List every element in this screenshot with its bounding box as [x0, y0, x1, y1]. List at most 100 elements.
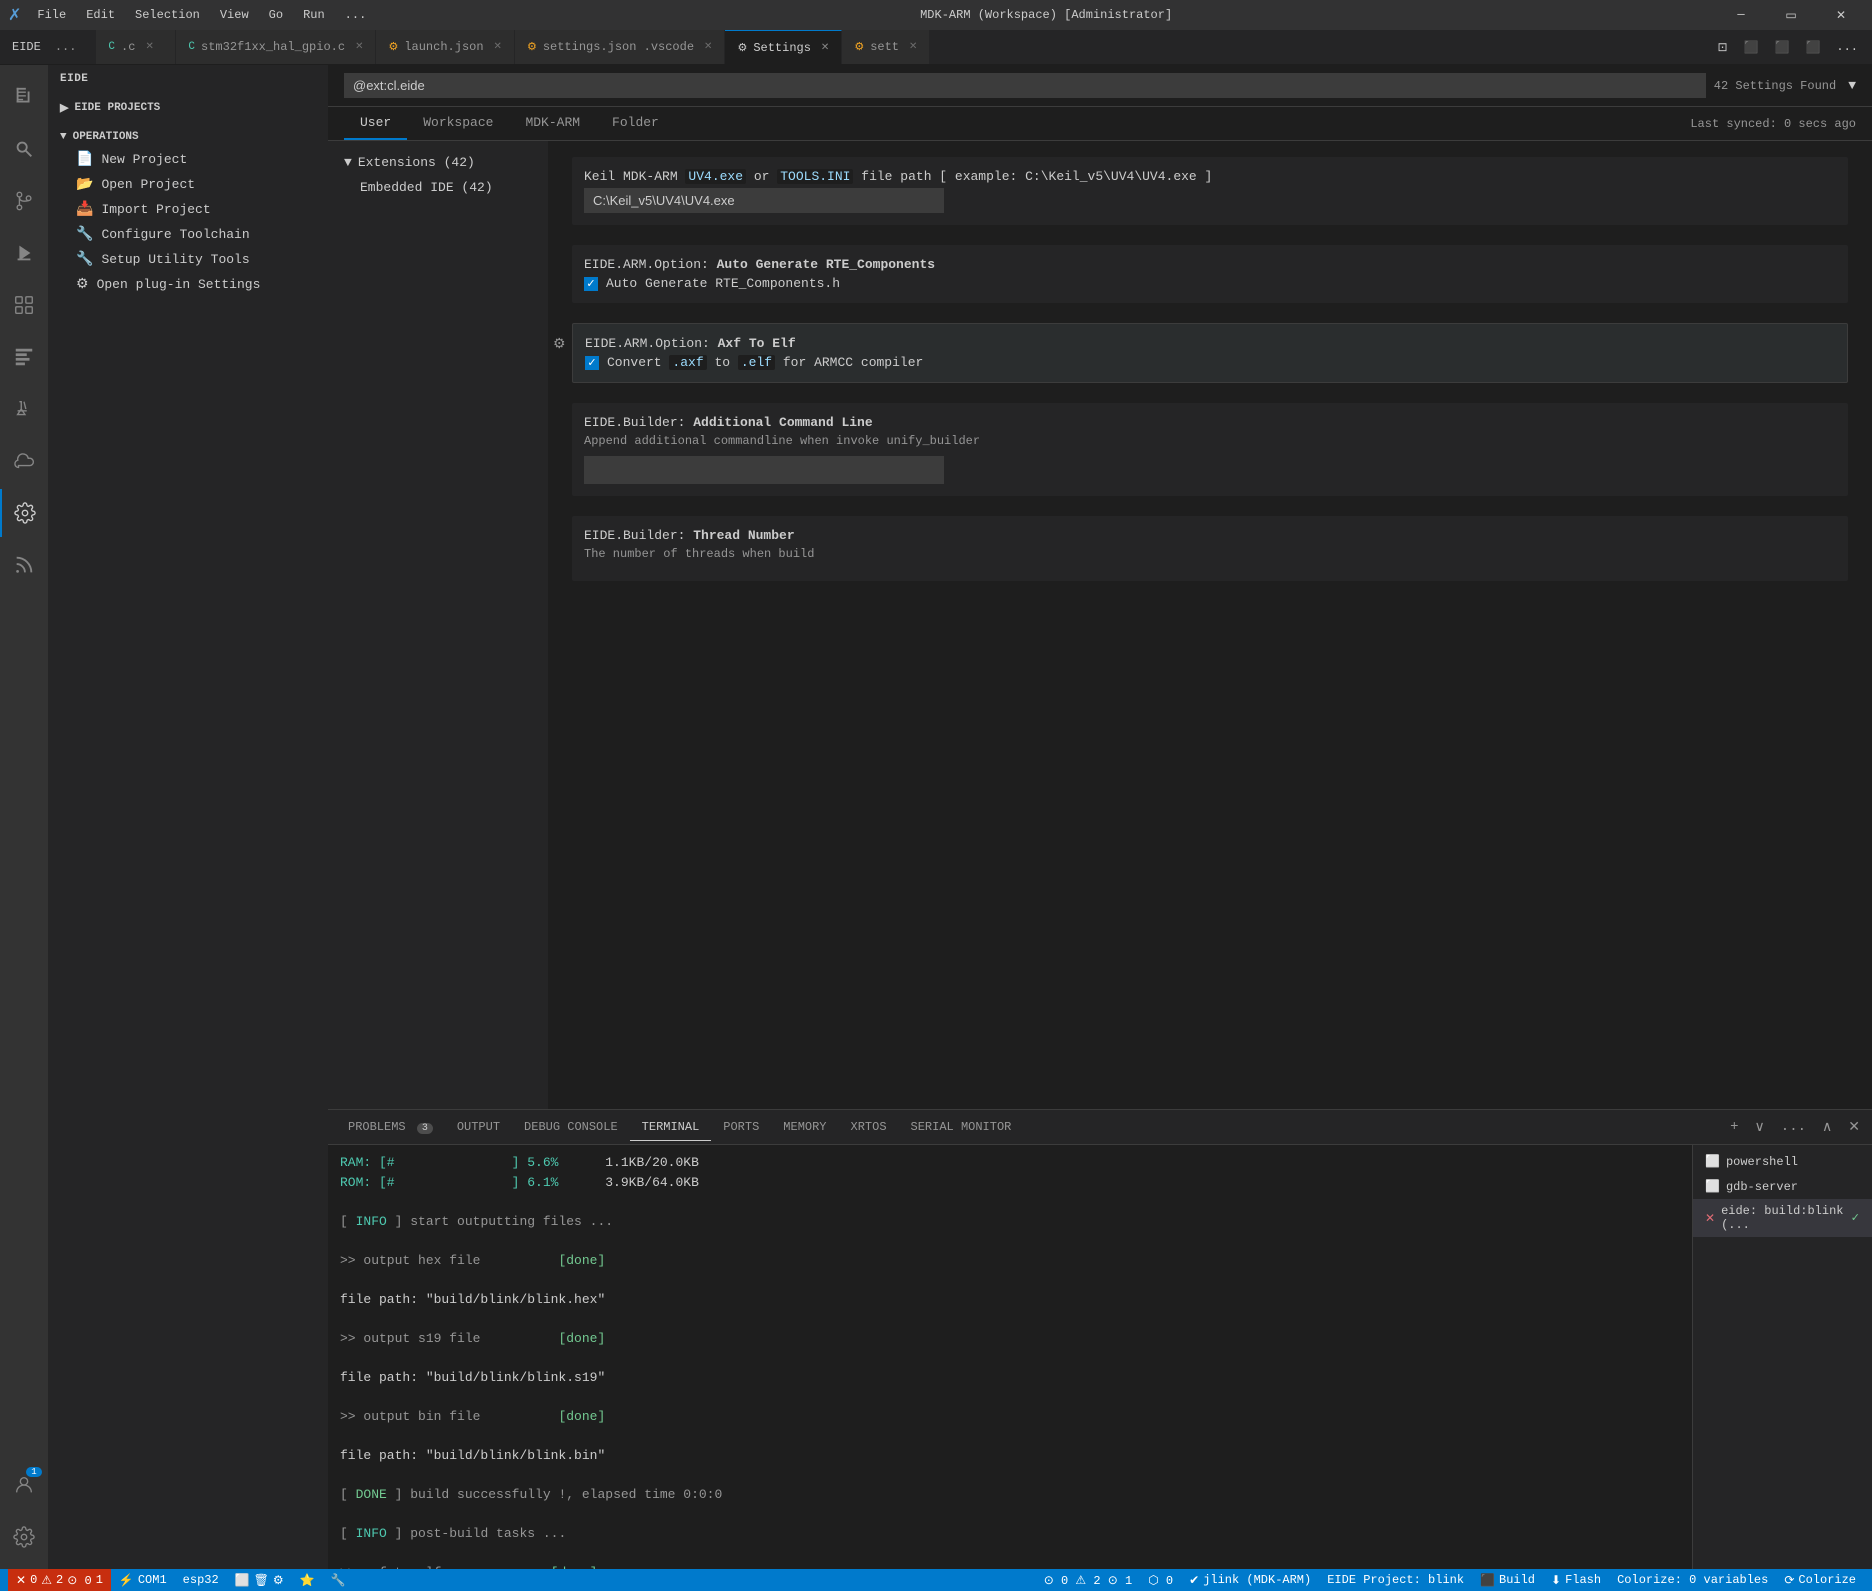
sidebar-item-open-plugin[interactable]: ⚙ Open plug-in Settings [48, 272, 328, 297]
status-build[interactable]: ⬛ Build [1472, 1569, 1543, 1591]
menu-edit[interactable]: Edit [78, 6, 123, 24]
status-colorize[interactable]: Colorize: 0 variables [1609, 1569, 1776, 1591]
activity-cloud[interactable] [0, 437, 48, 485]
panel-tab-output[interactable]: OUTPUT [445, 1114, 512, 1141]
maximize-button[interactable]: ▭ [1768, 0, 1814, 30]
layout2-button[interactable]: ⬛ [1768, 38, 1795, 57]
panel-more-button[interactable]: ∨ [1751, 1117, 1769, 1138]
sidebar-item-import-project[interactable]: 📥 Import Project [48, 197, 328, 222]
split-editor-button[interactable]: ⊡ [1711, 38, 1733, 57]
menu-view[interactable]: View [212, 6, 257, 24]
panel-tab-ports[interactable]: PORTS [711, 1114, 771, 1141]
status-icons1[interactable]: ⬜ 🗑 ⚙ [227, 1569, 292, 1591]
tab-sett2[interactable]: ⚙ sett ✕ [842, 30, 930, 64]
tab-sett2-close[interactable]: ✕ [909, 41, 917, 53]
activity-feed[interactable] [0, 541, 48, 589]
auto-rte-checkbox[interactable]: ✓ [584, 277, 598, 291]
sidebar-section-operations-header[interactable]: ▼ OPERATIONS [48, 127, 328, 147]
status-wifi[interactable]: ⬡ 0 [1140, 1569, 1181, 1591]
settings-search-input[interactable] [344, 73, 1706, 98]
panel-tab-problems[interactable]: PROBLEMS 3 [336, 1114, 445, 1141]
sidebar-item-new-project[interactable]: 📄 New Project [48, 147, 328, 172]
panel-tab-xrtos[interactable]: XRTOS [839, 1114, 899, 1141]
status-error-indicator[interactable]: ✕ 0 ⚠ 2 ⊙ 0 1 [8, 1569, 111, 1591]
layout3-button[interactable]: ⬛ [1799, 38, 1826, 57]
tab-settings-close[interactable]: ✕ [821, 42, 829, 54]
sidebar-item-open-project[interactable]: 📂 Open Project [48, 172, 328, 197]
status-tools[interactable]: 🔧 [323, 1569, 354, 1591]
panel-menu-button[interactable]: ... [1777, 1117, 1810, 1137]
tab-launch-close[interactable]: ✕ [494, 41, 502, 53]
panel-tab-memory[interactable]: MEMORY [771, 1114, 838, 1141]
axf-checkbox[interactable]: ✓ [585, 356, 599, 370]
status-encoding[interactable]: ⊙ 0 ⚠ 2 ⊙ 1 [1036, 1569, 1140, 1591]
menu-bar[interactable]: File Edit Selection View Go Run ... [29, 6, 374, 24]
activity-explorer[interactable] [0, 73, 48, 121]
activity-test[interactable] [0, 385, 48, 433]
menu-go[interactable]: Go [261, 6, 291, 24]
settings-tab-user[interactable]: User [344, 107, 407, 140]
activity-extensions[interactable] [0, 281, 48, 329]
setting-keil-path: Keil MDK-ARM UV4.exe or TOOLS.INI file p… [572, 157, 1848, 225]
settings-tab-workspace[interactable]: Workspace [407, 107, 509, 140]
gear-icon[interactable]: ⚙ [553, 336, 566, 353]
activity-settings-gear[interactable] [0, 489, 48, 537]
activity-source-control[interactable] [0, 177, 48, 225]
sidebar-item-configure-toolchain[interactable]: 🔧 Configure Toolchain [48, 222, 328, 247]
panel-actions[interactable]: + ∨ ... ∧ ✕ [1726, 1117, 1864, 1138]
tab-vscode-close[interactable]: ✕ [704, 41, 712, 53]
settings-nav-extensions[interactable]: ▼ Extensions (42) [328, 149, 548, 176]
tab-launch[interactable]: ⚙ launch.json ✕ [376, 30, 514, 64]
layout-button[interactable]: ⬛ [1738, 38, 1765, 57]
settings-tab-mdkarm[interactable]: MDK-ARM [509, 107, 596, 140]
sidebar-item-setup-utility[interactable]: 🔧 Setup Utility Tools [48, 247, 328, 272]
status-com1[interactable]: ⚡ COM1 [111, 1569, 175, 1591]
settings-tab-folder[interactable]: Folder [596, 107, 675, 140]
tab-vscode-settings[interactable]: ⚙ settings.json .vscode ✕ [515, 30, 726, 64]
tab-gpio-close[interactable]: ✕ [355, 41, 363, 53]
panel-tab-serial[interactable]: SERIAL MONITOR [899, 1114, 1024, 1141]
activity-manage[interactable] [0, 1513, 48, 1561]
window-controls[interactable]: ─ ▭ ✕ [1718, 0, 1864, 30]
terminal-instance-eide[interactable]: ✕ eide: build:blink (... ✓ [1693, 1199, 1872, 1237]
settings-nav-embedded-ide[interactable]: Embedded IDE (42) [328, 176, 548, 199]
add-terminal-button[interactable]: + [1726, 1117, 1742, 1137]
status-star[interactable]: ⭐ [292, 1569, 323, 1591]
tab-settings[interactable]: ⚙ Settings ✕ [725, 30, 842, 64]
activity-search[interactable] [0, 125, 48, 173]
terminal-instance-powershell[interactable]: ⬜ powershell [1693, 1149, 1872, 1174]
activity-eide[interactable] [0, 333, 48, 381]
status-flash[interactable]: ⬇ Flash [1543, 1569, 1609, 1591]
menu-selection[interactable]: Selection [127, 6, 208, 24]
terminal-output[interactable]: RAM: [# ] 5.6% 1.1KB/20.0KB ROM: [# ] 6.… [328, 1145, 1692, 1569]
close-button[interactable]: ✕ [1818, 0, 1864, 30]
minimize-button[interactable]: ─ [1718, 0, 1764, 30]
tab-c[interactable]: C .c ✕ [96, 30, 176, 64]
panel-close-button[interactable]: ✕ [1844, 1117, 1864, 1138]
tab-c-close[interactable]: ✕ [145, 41, 153, 53]
panel-tab-terminal[interactable]: TERMINAL [630, 1114, 712, 1141]
status-jlink[interactable]: ✔ jlink (MDK-ARM) [1181, 1569, 1319, 1591]
keil-path-input[interactable] [584, 188, 944, 213]
cmdline-input[interactable] [584, 456, 944, 484]
settings-filter-icon[interactable]: ▼ [1848, 78, 1856, 93]
panel-tab-debug-console[interactable]: DEBUG CONSOLE [512, 1114, 630, 1141]
status-colorize-btn[interactable]: ⟳ Colorize [1776, 1569, 1864, 1591]
star-icon: ⭐ [300, 1573, 315, 1588]
status-eide-project[interactable]: EIDE Project: blink [1319, 1569, 1472, 1591]
tab-gpio[interactable]: C stm32f1xx_hal_gpio.c ✕ [176, 30, 376, 64]
tab-actions[interactable]: ⊡ ⬛ ⬛ ⬛ ... [1711, 30, 1872, 64]
activity-run[interactable] [0, 229, 48, 277]
menu-file[interactable]: File [29, 6, 74, 24]
tab-more-eide[interactable]: ... [47, 40, 85, 54]
sidebar-section-projects-header[interactable]: ▶ EIDE PROJECTS [48, 97, 328, 119]
menu-more[interactable]: ... [337, 6, 375, 24]
panel-collapse-button[interactable]: ∧ [1818, 1117, 1836, 1138]
more-actions-button[interactable]: ... [1830, 38, 1864, 56]
activity-account[interactable]: 1 [0, 1461, 48, 1509]
terminal-line-path-bin: file path: "build/blink/blink.bin" [340, 1446, 1680, 1466]
menu-run[interactable]: Run [295, 6, 333, 24]
tab-eide[interactable]: EIDE ... [0, 30, 96, 64]
terminal-instance-gdb[interactable]: ⬜ gdb-server [1693, 1174, 1872, 1199]
status-esp32[interactable]: esp32 [175, 1569, 227, 1591]
